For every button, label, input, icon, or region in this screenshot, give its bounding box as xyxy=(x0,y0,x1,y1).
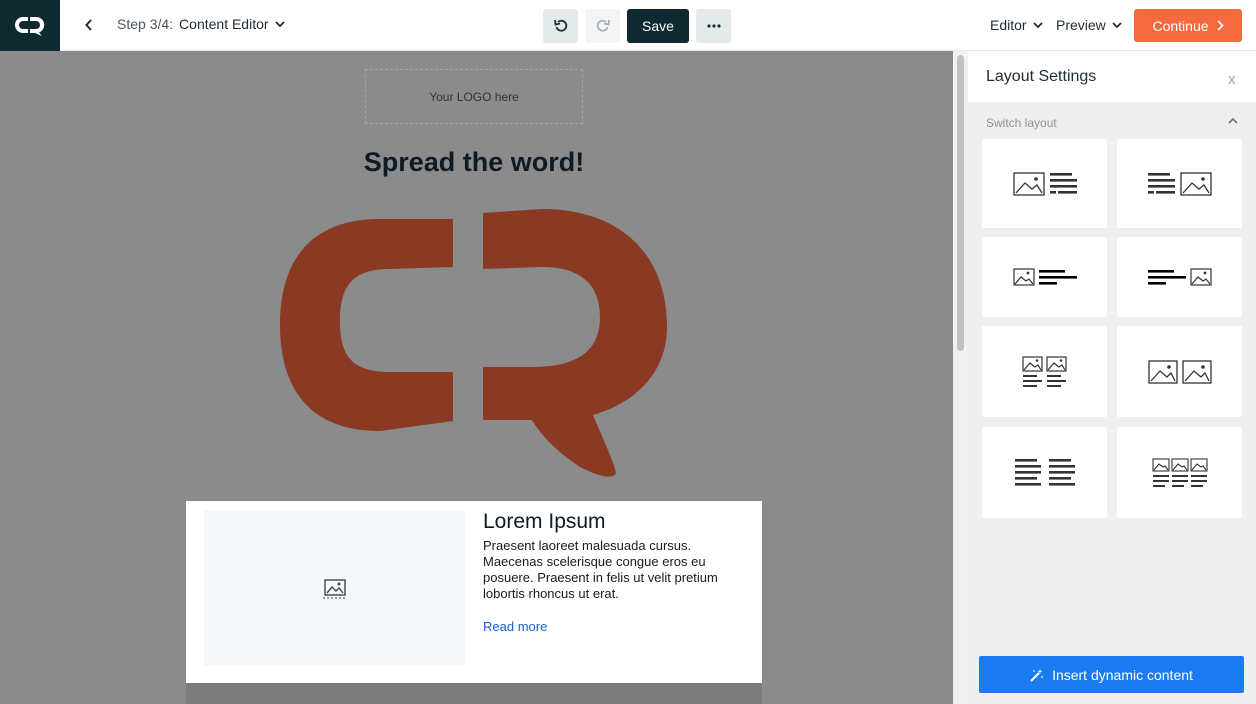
layout-option-two-images[interactable] xyxy=(1117,326,1242,417)
layout-option-image-left-text-right[interactable] xyxy=(982,139,1107,228)
chevron-left-icon xyxy=(85,19,92,31)
chevron-down-icon xyxy=(1032,21,1043,28)
block-body-text[interactable]: Praesent laoreet malesuada cursus. Maece… xyxy=(483,538,748,602)
more-options-button[interactable] xyxy=(696,9,731,43)
layout-settings-panel: Layout Settings x Switch layout Insert d… xyxy=(968,51,1256,704)
preview-label: Preview xyxy=(1056,17,1106,33)
save-button[interactable]: Save xyxy=(627,9,689,43)
logo-placeholder[interactable]: Your LOGO here xyxy=(365,69,583,124)
back-button[interactable] xyxy=(80,14,98,36)
layout-option-text-left-image-right[interactable] xyxy=(1117,139,1242,228)
magic-wand-icon xyxy=(1030,668,1043,682)
content-block-image-text[interactable]: Lorem Ipsum Praesent laoreet malesuada c… xyxy=(186,501,762,683)
layout-option-three-columns[interactable] xyxy=(1117,427,1242,518)
redo-icon xyxy=(596,19,610,32)
undo-button[interactable] xyxy=(543,9,578,43)
layout-option-text-small-image-right[interactable] xyxy=(1117,237,1242,317)
panel-header: Layout Settings x xyxy=(968,51,1256,102)
redo-button[interactable] xyxy=(585,9,620,43)
image-placeholder[interactable] xyxy=(204,510,465,666)
chevron-right-icon xyxy=(1216,20,1224,31)
undo-icon xyxy=(553,19,567,32)
switch-layout-label: Switch layout xyxy=(986,116,1057,130)
layout-option-small-image-left-text[interactable] xyxy=(982,237,1107,317)
preview-dropdown[interactable]: Preview xyxy=(1056,17,1122,33)
chevron-up-icon[interactable] xyxy=(1228,117,1238,124)
two-images-with-text-icon xyxy=(1021,355,1067,387)
chevron-down-icon xyxy=(1112,21,1122,28)
close-panel-button[interactable]: x xyxy=(1228,71,1236,88)
three-columns-icon xyxy=(1151,457,1208,487)
top-bar: Step 3/4: Content Editor Save Editor Pre… xyxy=(0,0,1256,51)
text-small-image-right-icon xyxy=(1147,268,1212,286)
text-left-image-right-icon xyxy=(1147,171,1212,196)
small-image-left-text-icon xyxy=(1012,268,1077,286)
insert-dynamic-content-label: Insert dynamic content xyxy=(1052,666,1193,683)
layout-option-two-text-columns[interactable] xyxy=(982,427,1107,518)
next-block-edge xyxy=(186,683,762,704)
step-dropdown[interactable]: Step 3/4: Content Editor xyxy=(117,16,285,32)
layout-option-two-images-with-text[interactable] xyxy=(982,326,1107,417)
block-title[interactable]: Lorem Ipsum xyxy=(483,510,606,534)
continue-label: Continue xyxy=(1152,17,1209,34)
brand-logo-image[interactable] xyxy=(280,209,670,481)
scrollbar-thumb[interactable] xyxy=(957,55,964,351)
two-images-icon xyxy=(1147,359,1212,384)
email-canvas[interactable]: Your LOGO here Spread the word! Lorem Ip… xyxy=(0,51,953,704)
image-upload-icon xyxy=(322,579,347,599)
two-text-columns-icon xyxy=(1014,458,1075,486)
step-prefix: Step 3/4: xyxy=(117,16,174,32)
email-headline[interactable]: Spread the word! xyxy=(0,147,948,178)
panel-title: Layout Settings xyxy=(986,68,1097,85)
continue-button[interactable]: Continue xyxy=(1134,9,1242,42)
more-dots-icon xyxy=(706,24,721,28)
image-left-text-right-icon xyxy=(1012,171,1077,196)
insert-dynamic-content-button[interactable]: Insert dynamic content xyxy=(979,656,1244,693)
cleverreach-logo-icon[interactable] xyxy=(0,0,60,51)
editor-dropdown[interactable]: Editor xyxy=(990,17,1043,33)
step-title: Content Editor xyxy=(179,16,269,32)
canvas-scrollbar[interactable] xyxy=(953,51,968,704)
editor-label: Editor xyxy=(990,17,1027,33)
read-more-link[interactable]: Read more xyxy=(483,619,547,634)
chevron-down-icon xyxy=(274,20,285,27)
